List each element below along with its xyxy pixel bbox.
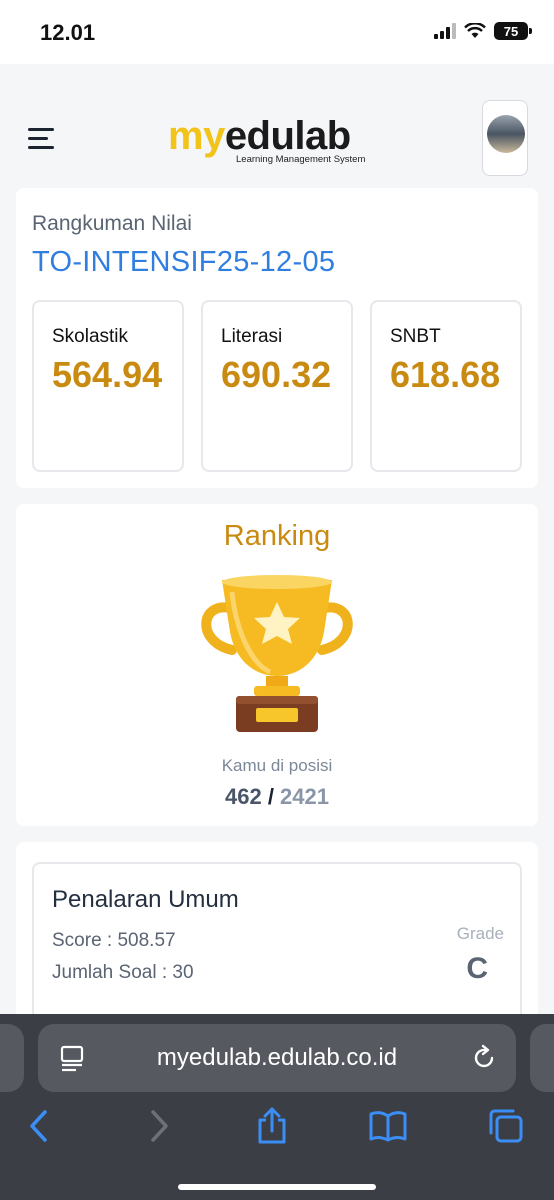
summary-card: Rangkuman Nilai TO-INTENSIF25-12-05 Skol… <box>16 188 538 488</box>
cellular-signal-icon <box>434 23 456 39</box>
menu-icon[interactable] <box>28 128 58 152</box>
avatar-photo <box>487 115 525 153</box>
avatar[interactable] <box>482 100 528 176</box>
address-bar[interactable]: myedulab.edulab.co.id <box>38 1024 516 1092</box>
score-box-snbt: SNBT 618.68 <box>370 300 522 472</box>
battery-icon: 75 <box>494 22 532 40</box>
summary-label: Rangkuman Nilai <box>32 212 192 235</box>
logo-subtitle: Learning Management System <box>236 154 366 165</box>
score-value: 564.94 <box>52 354 163 395</box>
share-icon[interactable] <box>252 1106 292 1146</box>
grade-label: Grade <box>456 924 504 943</box>
status-icons: 75 <box>434 22 532 40</box>
forward-icon[interactable] <box>138 1106 178 1146</box>
next-tab-peek[interactable] <box>530 1024 554 1092</box>
ranking-card: Ranking Kamu di posisi 462 / 2421 <box>16 504 538 826</box>
rank-total: 2421 <box>280 784 329 809</box>
rank-caption: Kamu di posisi <box>221 756 333 775</box>
trophy-icon <box>201 575 353 732</box>
score-value: 618.68 <box>390 354 501 395</box>
subtest-title: Penalaran Umum <box>52 886 239 913</box>
logo-my: my <box>168 114 225 158</box>
home-indicator <box>178 1184 376 1190</box>
ranking-title: Ranking <box>223 520 331 552</box>
previous-tab-peek[interactable] <box>0 1024 24 1092</box>
subtest-section: Penalaran Umum Score : 508.57 Jumlah Soa… <box>16 842 538 1032</box>
rank-separator: / <box>261 784 281 809</box>
score-box-skolastik: Skolastik 564.94 <box>32 300 184 472</box>
subtest-card[interactable]: Penalaran Umum Score : 508.57 Jumlah Soa… <box>32 862 522 1032</box>
bookmarks-icon[interactable] <box>368 1106 408 1146</box>
status-time: 12.01 <box>40 20 96 45</box>
battery-level: 75 <box>503 23 519 39</box>
score-name: Literasi <box>221 326 283 347</box>
rank-line: 462 / 2421 <box>16 784 538 810</box>
subtest-question-count: Jumlah Soal : 30 <box>52 962 194 983</box>
score-name: SNBT <box>390 326 441 347</box>
subtest-score: Score : 508.57 <box>52 930 176 951</box>
reload-icon[interactable] <box>470 1044 498 1072</box>
logo-edulab: edulab <box>224 114 351 158</box>
score-name: Skolastik <box>52 326 129 347</box>
browser-bottom-bar: myedulab.edulab.co.id <box>0 1014 554 1200</box>
app-header: myedulab Learning Management System <box>0 64 554 188</box>
score-value: 690.32 <box>221 354 332 395</box>
url-text[interactable]: myedulab.edulab.co.id <box>38 1044 516 1072</box>
tabs-icon[interactable] <box>486 1106 526 1146</box>
score-box-literasi: Literasi 690.32 <box>201 300 353 472</box>
logo[interactable]: myedulab Learning Management System <box>168 116 388 170</box>
wifi-icon <box>464 23 486 38</box>
grade-value: C <box>466 952 488 985</box>
status-bar: 12.01 75 <box>0 0 554 64</box>
tryout-code: TO-INTENSIF25-12-05 <box>32 246 336 278</box>
rank-position: 462 <box>224 784 262 809</box>
back-icon[interactable] <box>20 1106 60 1146</box>
